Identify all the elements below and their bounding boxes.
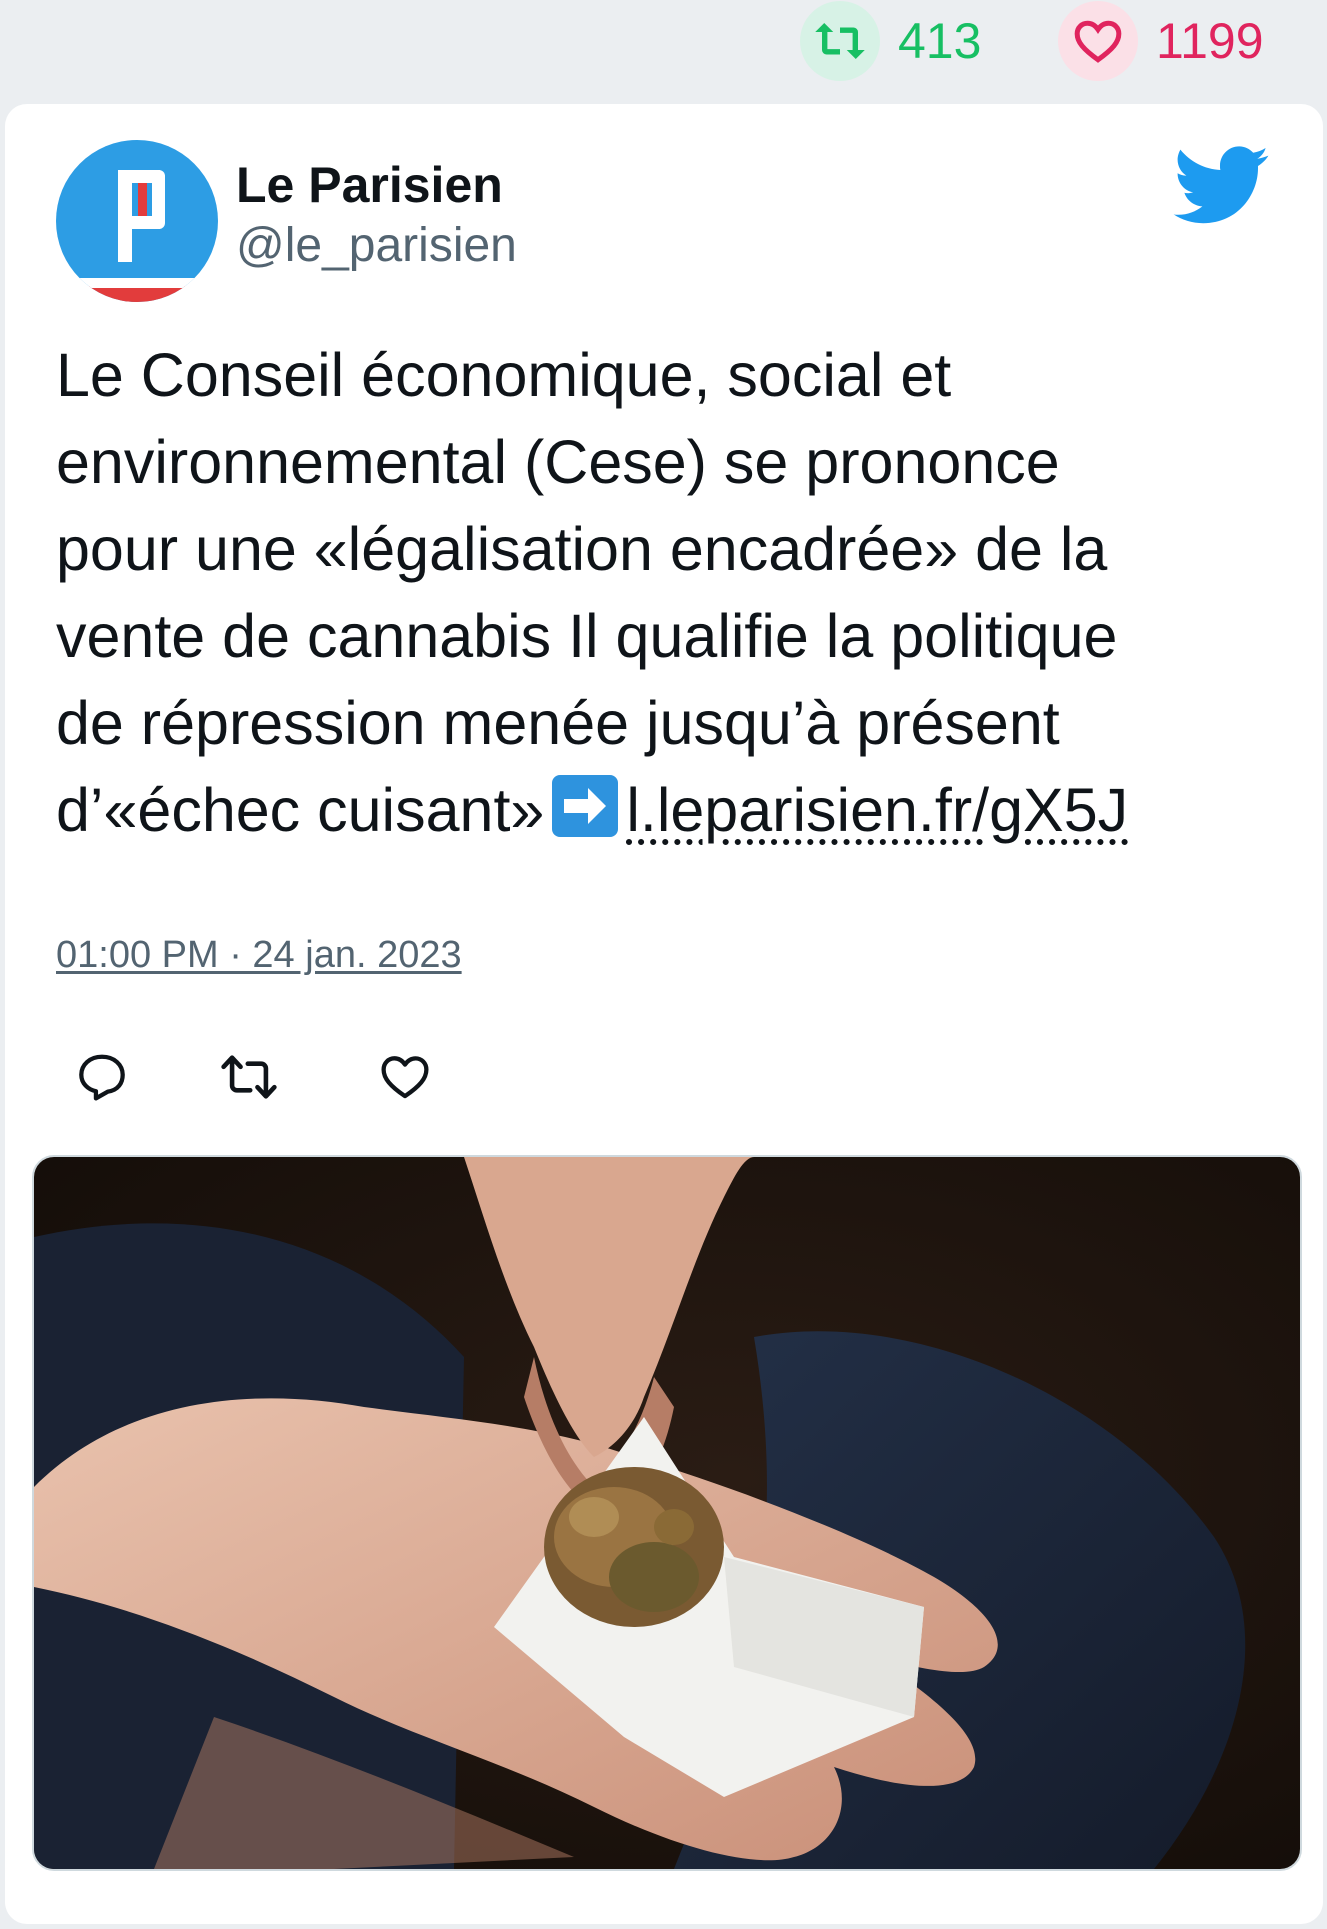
like-button[interactable] bbox=[378, 1050, 432, 1104]
engagement-summary: 413 1199 bbox=[0, 0, 1327, 100]
tweet-link[interactable]: l.leparisien.fr/gX5J bbox=[626, 776, 1128, 844]
right-arrow-emoji-icon bbox=[552, 775, 619, 837]
author-handle[interactable]: @le_parisien bbox=[236, 222, 517, 270]
author-name[interactable]: Le Parisien bbox=[236, 160, 503, 210]
reply-icon bbox=[79, 1054, 125, 1101]
reply-button[interactable] bbox=[75, 1050, 129, 1104]
tweet-actions bbox=[75, 1050, 475, 1106]
media-photo bbox=[34, 1157, 1300, 1869]
retweet-icon bbox=[800, 1, 880, 81]
tweet-timestamp[interactable]: 01:00 PM · 24 jan. 2023 bbox=[56, 934, 462, 977]
heart-icon bbox=[381, 1056, 429, 1099]
tweet-body: Le Conseil économique, social et environ… bbox=[56, 341, 1118, 844]
retweet-count-stat[interactable]: 413 bbox=[800, 1, 982, 81]
twitter-bird-icon[interactable] bbox=[1173, 146, 1271, 226]
tweet-text: Le Conseil économique, social et environ… bbox=[56, 332, 1296, 854]
retweet-button[interactable] bbox=[220, 1050, 277, 1104]
tweet-card[interactable]: Le Parisien @le_parisien Le Conseil écon… bbox=[5, 104, 1323, 1924]
heart-icon bbox=[1058, 1, 1138, 81]
tweet-media-image[interactable] bbox=[32, 1155, 1302, 1871]
retweet-icon bbox=[221, 1055, 277, 1099]
retweet-count: 413 bbox=[898, 13, 982, 69]
like-count-stat[interactable]: 1199 bbox=[1058, 1, 1264, 81]
like-count: 1199 bbox=[1156, 13, 1264, 69]
avatar[interactable] bbox=[56, 140, 218, 302]
